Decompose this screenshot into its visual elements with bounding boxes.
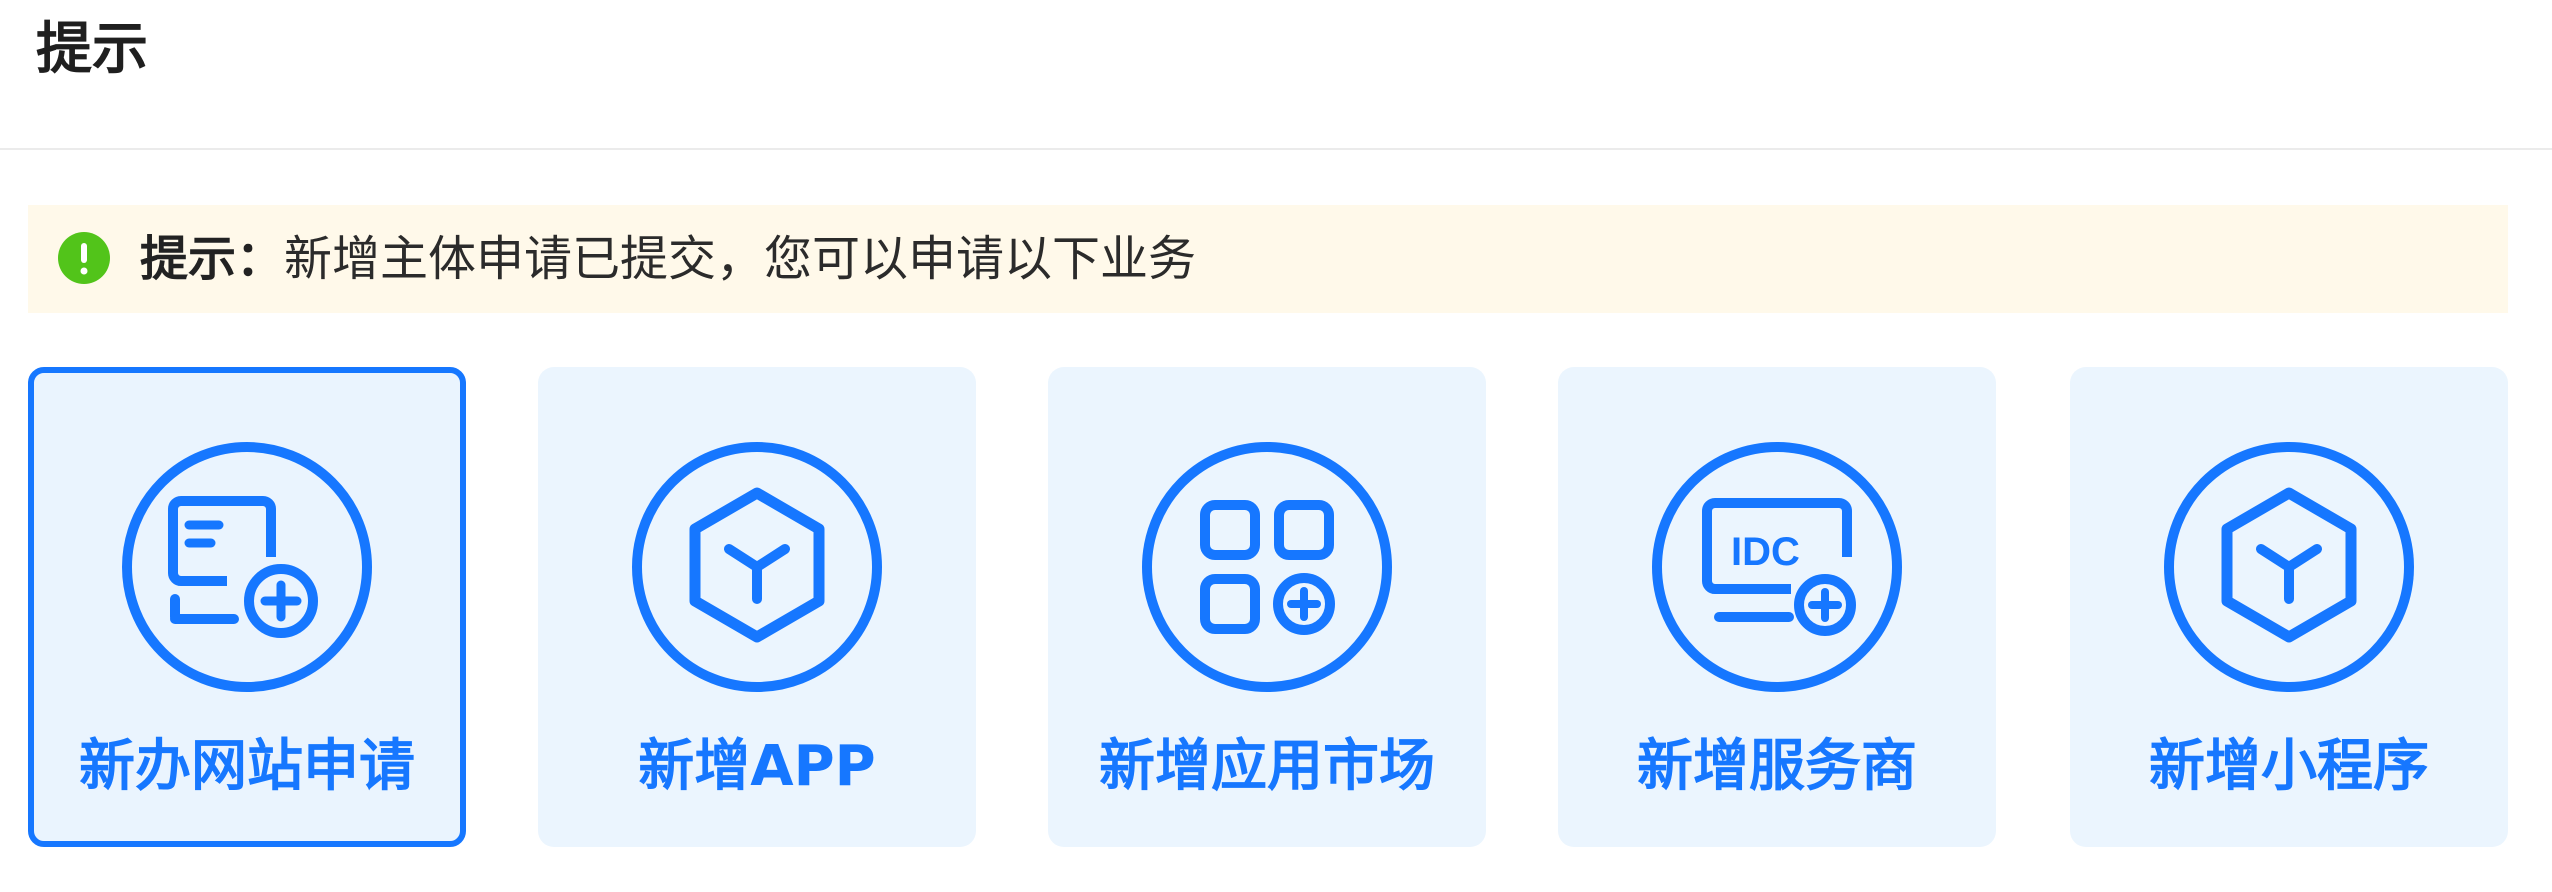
dialog-header: 提示: [0, 0, 2552, 150]
card-new-app-market[interactable]: 新增应用市场: [1048, 367, 1486, 847]
card-new-website[interactable]: 新办网站申请: [28, 367, 466, 847]
notice-label: 提示：: [140, 231, 285, 287]
card-label: 新增服务商: [1637, 734, 1917, 799]
notice-message: 新增主体申请已提交，您可以申请以下业务: [284, 231, 1197, 287]
exclamation-circle-icon: [58, 232, 110, 284]
app-grid-add-icon: [1142, 442, 1392, 692]
idc-monitor-add-icon: IDC: [1652, 442, 1902, 692]
svg-text:IDC: IDC: [1731, 530, 1800, 574]
cube-icon: [632, 442, 882, 692]
card-new-app[interactable]: 新增APP: [538, 367, 976, 847]
notice-text: 提示：新增主体申请已提交，您可以申请以下业务: [140, 205, 1196, 313]
card-new-mini-program[interactable]: 新增小程序: [2070, 367, 2508, 847]
website-add-icon: [122, 442, 372, 692]
card-label: 新增APP: [638, 734, 876, 799]
card-label: 新办网站申请: [79, 734, 415, 799]
cube-icon: [2164, 442, 2414, 692]
card-label: 新增小程序: [2149, 734, 2429, 799]
dialog-title: 提示: [36, 17, 148, 82]
card-new-service-provider[interactable]: IDC 新增服务商: [1558, 367, 1996, 847]
notice-banner: 提示：新增主体申请已提交，您可以申请以下业务: [28, 205, 2508, 313]
card-label: 新增应用市场: [1099, 734, 1435, 799]
business-options: 新办网站申请 新增APP 新增应用市场 IDC 新增服务商 新增小程序: [28, 367, 2508, 847]
